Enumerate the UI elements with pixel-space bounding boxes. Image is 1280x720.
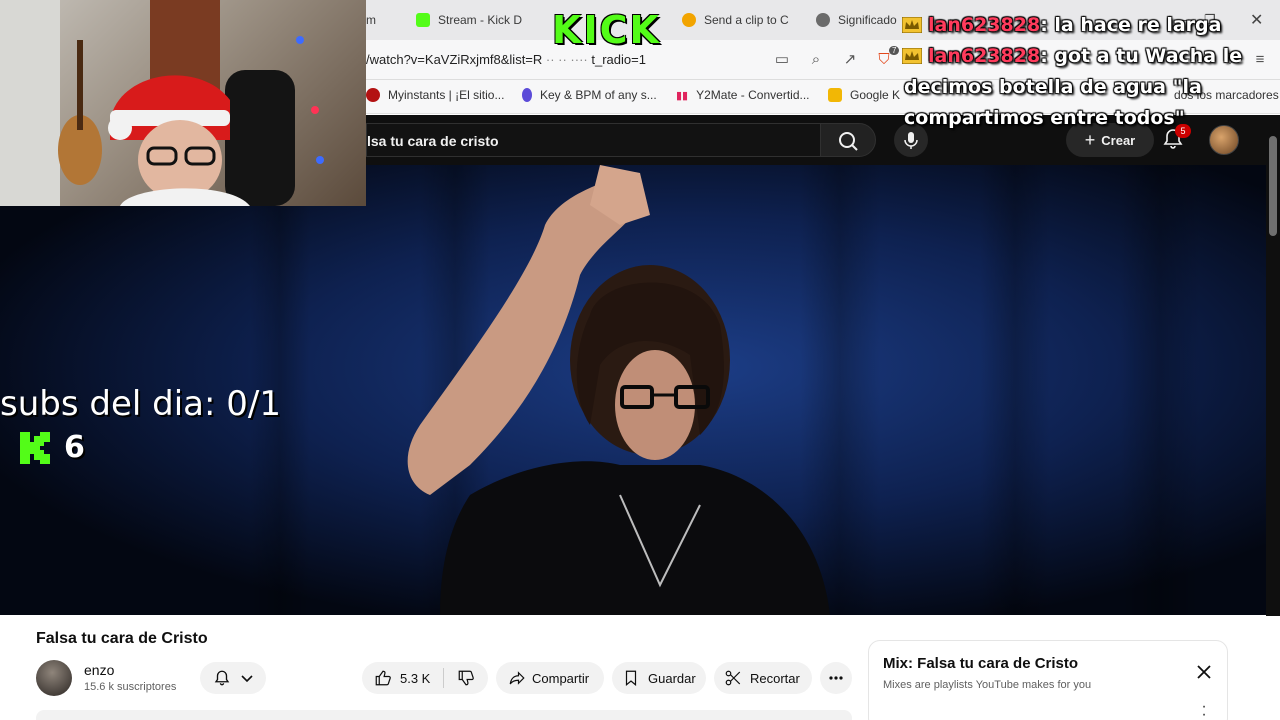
share-arrow-icon: [509, 671, 525, 685]
key-bpm-icon: [522, 88, 532, 102]
bookmark-label: Myinstants | ¡El sitio...: [388, 88, 505, 102]
clip-button[interactable]: Recortar: [714, 662, 812, 694]
browser-tab-kick[interactable]: Stream - Kick D: [416, 8, 526, 32]
scrollbar-thumb[interactable]: [1269, 136, 1277, 236]
bookmark-icon: [625, 670, 637, 687]
chevron-down-icon: [241, 675, 253, 683]
mix-subtitle: Mixes are playlists YouTube makes for yo…: [883, 679, 1092, 691]
bookmark-label: Key & BPM of any s...: [540, 88, 657, 102]
webcam-overlay: [0, 0, 366, 206]
kick-k-icon: [20, 431, 50, 464]
kick-count-number: 6: [64, 430, 85, 465]
channel-avatar[interactable]: [36, 660, 72, 696]
subscription-bell-button[interactable]: [200, 662, 266, 694]
bookmark-myinstants[interactable]: Myinstants | ¡El sitio...: [366, 88, 504, 102]
google-keep-icon: [828, 88, 842, 102]
browser-tab-send-clip[interactable]: Send a clip to C: [682, 8, 792, 32]
url-text: /watch?v=KaVZiRxjmf8&list=R: [366, 52, 543, 67]
thumbs-up-icon: [375, 670, 391, 686]
like-dislike-group: 5.3 K: [362, 662, 488, 694]
bookmark-label: Y2Mate - Convertid...: [696, 88, 810, 102]
scissors-icon: [725, 670, 741, 686]
openai-favicon-icon: [816, 13, 830, 27]
chat-username: lan623828: [928, 14, 1041, 36]
bookmark-google-keep[interactable]: Google K: [828, 88, 900, 102]
dislike-button[interactable]: [444, 669, 488, 687]
channel-subscriber-count: 15.6 k suscriptores: [84, 681, 177, 693]
myinstants-icon: [366, 88, 380, 102]
chat-text: : la hace re larga: [1040, 14, 1222, 36]
channel-name[interactable]: enzo: [84, 662, 114, 678]
bookmark-key-bpm[interactable]: Key & BPM of any s...: [522, 88, 657, 102]
create-label: Crear: [1101, 132, 1136, 148]
more-vertical-icon[interactable]: ···: [1201, 699, 1207, 720]
search-button[interactable]: [820, 123, 876, 157]
share-button[interactable]: Compartir: [496, 662, 604, 694]
browser-tab-significado[interactable]: Significado: [816, 8, 908, 32]
clip-label: Recortar: [750, 670, 800, 686]
bookmark-y2mate[interactable]: ▮▮ Y2Mate - Convertid...: [676, 88, 810, 102]
share-label: Compartir: [532, 670, 590, 686]
tab-label: Significado: [838, 13, 897, 27]
more-actions-button[interactable]: [820, 662, 852, 694]
subs-of-day-text: subs del dia: 0/1: [0, 384, 281, 424]
chat-message-continued: decimos botella de agua "la: [900, 72, 1280, 103]
description-box[interactable]: [36, 710, 852, 720]
tab-label: Send a clip to C: [704, 13, 789, 27]
crown-badge-icon: [902, 17, 922, 33]
screen: m Stream - Kick D Send a clip to C Signi…: [0, 0, 1280, 720]
more-horizontal-icon: [829, 676, 843, 680]
crown-badge-icon: [902, 48, 922, 64]
page-scrollbar[interactable]: [1266, 116, 1280, 616]
bookmark-label: Google K: [850, 88, 901, 102]
thumbs-down-icon: [458, 670, 474, 686]
search-icon: [839, 132, 858, 151]
close-icon[interactable]: [1195, 663, 1213, 681]
kick-logo: KICK: [552, 8, 661, 52]
like-count: 5.3 K: [400, 670, 431, 686]
tab-label: m: [366, 13, 376, 27]
stream-chat-overlay: lan623828: la hace re larga lan623828: g…: [900, 10, 1280, 134]
browser-tab[interactable]: m: [366, 8, 406, 32]
chat-text: decimos botella de agua "la: [904, 76, 1202, 98]
chat-username: lan623828: [928, 45, 1041, 67]
video-title: Falsa tu cara de Cristo: [36, 630, 208, 647]
kick-counter: 6: [20, 430, 85, 465]
save-button[interactable]: Guardar: [612, 662, 706, 694]
share-icon[interactable]: ↗: [840, 50, 860, 70]
search-input[interactable]: lsa tu cara de cristo: [366, 123, 820, 157]
like-button[interactable]: 5.3 K: [362, 668, 444, 688]
screen-cast-icon[interactable]: ▭: [772, 50, 792, 70]
streamer-webcam-image: [0, 0, 324, 206]
mix-playlist-panel: Mix: Falsa tu cara de Cristo Mixes are p…: [868, 640, 1228, 720]
clip-favicon-icon: [682, 13, 696, 27]
chat-message-continued: compartimos entre todos": [900, 103, 1280, 134]
chat-message: lan623828: got a tu Wacha le: [900, 41, 1280, 72]
shield-badge: 7: [889, 46, 900, 55]
bell-icon: [214, 670, 230, 686]
y2mate-icon: ▮▮: [676, 89, 689, 102]
search-text: lsa tu cara de cristo: [367, 133, 499, 149]
url-tail-text: t_radio=1: [591, 52, 646, 67]
chat-text: : got a tu Wacha le: [1040, 45, 1243, 67]
watch-metadata: Falsa tu cara de Cristo enzo 15.6 k susc…: [0, 616, 1280, 720]
mix-title[interactable]: Mix: Falsa tu cara de Cristo: [883, 655, 1078, 672]
chat-message: lan623828: la hace re larga: [900, 10, 1280, 41]
zoom-icon[interactable]: ⌕: [806, 50, 826, 70]
chat-text: compartimos entre todos": [904, 107, 1185, 129]
save-label: Guardar: [648, 670, 696, 686]
url-field[interactable]: /watch?v=KaVZiRxjmf8&list=R ·· ·· ···· t…: [366, 52, 646, 67]
tab-label: Stream - Kick D: [438, 13, 523, 27]
kick-favicon-icon: [416, 13, 430, 27]
